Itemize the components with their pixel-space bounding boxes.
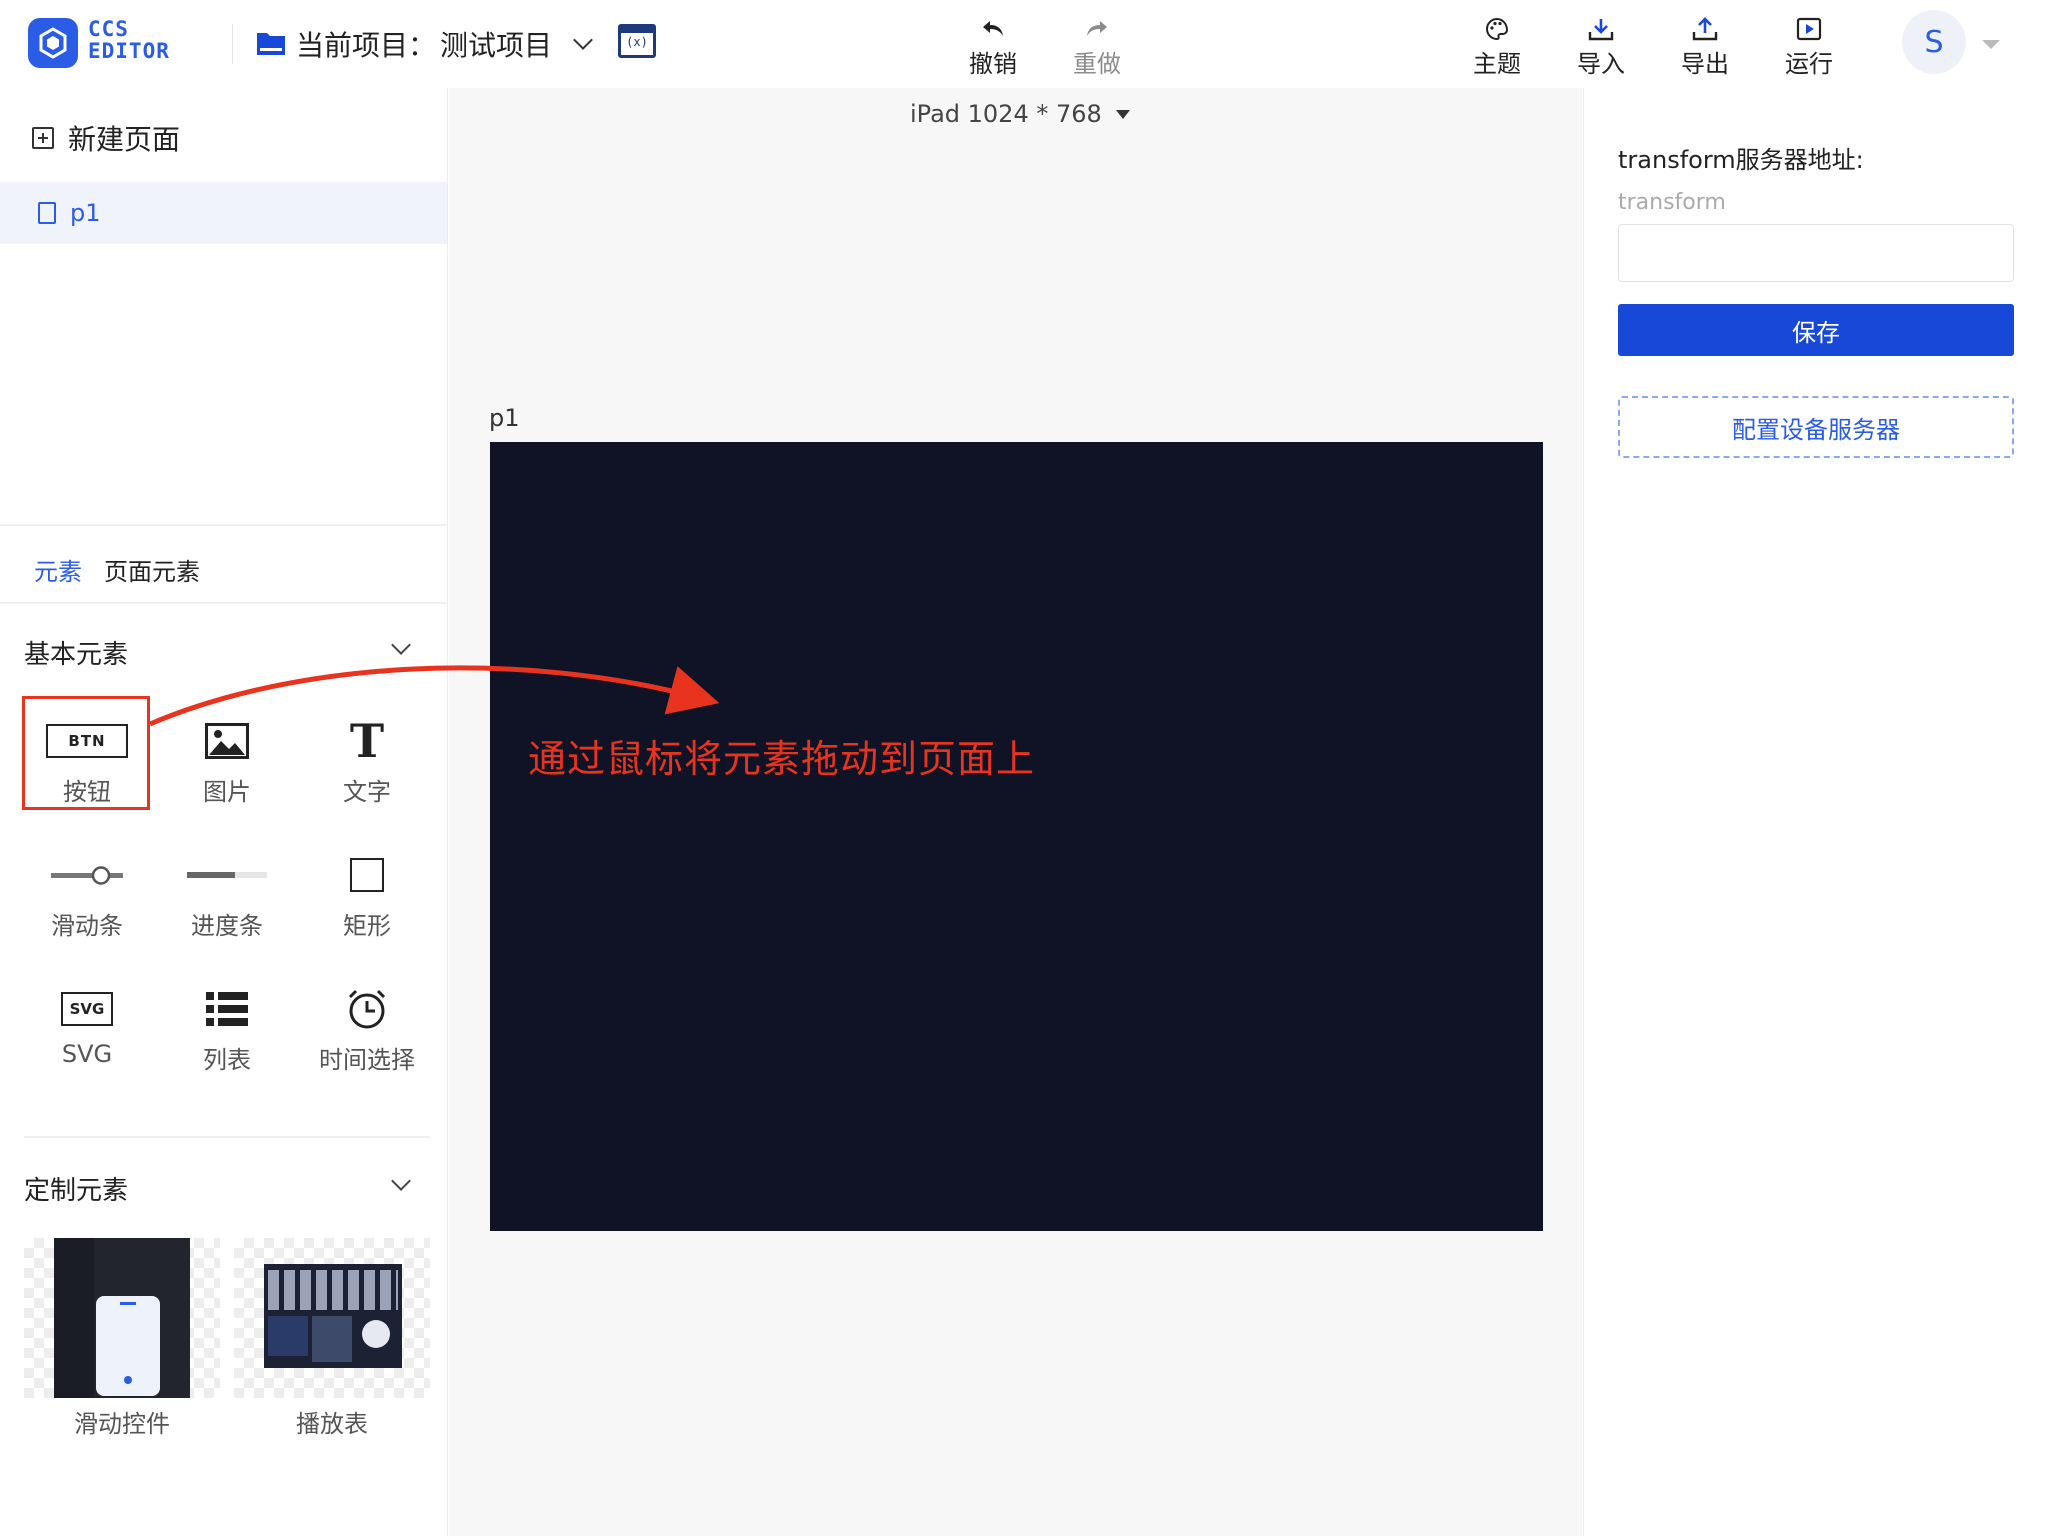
logo-line1: CCS	[88, 17, 129, 41]
element-text[interactable]: T 文字	[302, 716, 432, 807]
logo-text: CCS EDITOR	[88, 18, 170, 62]
server-address-label: transform服务器地址:	[1618, 146, 1864, 174]
save-button[interactable]: 保存	[1618, 304, 2014, 356]
element-label: 滑动条	[51, 912, 123, 940]
device-label: iPad 1024 * 768	[910, 100, 1102, 128]
import-label: 导入	[1577, 50, 1625, 78]
undo-icon	[958, 14, 1028, 44]
run-button[interactable]: 运行	[1774, 14, 1844, 79]
tab-elements[interactable]: 元素	[34, 552, 82, 587]
user-avatar[interactable]: S	[1902, 10, 1966, 74]
custom-element-slider-widget[interactable]	[24, 1238, 220, 1398]
run-label: 运行	[1785, 50, 1833, 78]
undo-button[interactable]: 撤销	[958, 14, 1028, 79]
app-root: CCS EDITOR 当前项目： 测试项目 (x) 撤销 重做 主题 导入 导出…	[0, 0, 2048, 1536]
element-label: SVG	[61, 1040, 113, 1068]
theme-label: 主题	[1473, 50, 1521, 78]
element-rectangle[interactable]: 矩形	[302, 850, 432, 941]
chevron-down-icon	[573, 30, 593, 50]
config-device-server-button[interactable]: 配置设备服务器	[1618, 396, 2014, 458]
top-bar: CCS EDITOR 当前项目： 测试项目 (x) 撤销 重做 主题 导入 导出…	[0, 0, 2048, 88]
drag-hint-annotation: 通过鼠标将元素拖动到页面上	[528, 737, 1036, 781]
avatar-letter: S	[1924, 24, 1944, 60]
page-item-p1[interactable]: p1	[0, 182, 447, 244]
chevron-down-icon[interactable]	[391, 635, 411, 655]
theme-button[interactable]: 主题	[1462, 14, 1532, 79]
element-list[interactable]: 列表	[162, 984, 292, 1075]
server-field-hint: transform	[1618, 190, 1726, 215]
element-tabs: 元素 页面元素	[34, 552, 200, 587]
element-label: 时间选择	[319, 1046, 415, 1074]
logo-icon	[28, 18, 78, 68]
custom-elements-title[interactable]: 定制元素	[24, 1170, 128, 1207]
custom-element-schedule[interactable]	[234, 1238, 430, 1398]
custom-element-label: 播放表	[296, 1410, 368, 1438]
new-page-label: 新建页面	[68, 123, 181, 156]
redo-label: 重做	[1073, 50, 1121, 78]
list-icon	[162, 984, 292, 1034]
redo-icon	[1062, 14, 1132, 44]
logo-line2: EDITOR	[88, 39, 170, 63]
caret-down-icon	[1115, 109, 1130, 119]
element-label: 进度条	[191, 912, 263, 940]
clock-icon	[302, 984, 432, 1034]
palette-icon	[1462, 14, 1532, 44]
schedule-thumbnail	[264, 1264, 402, 1368]
add-page-icon	[32, 127, 54, 149]
element-label: 文字	[343, 778, 391, 806]
sidebar-divider	[0, 524, 447, 526]
slider-icon	[22, 850, 152, 900]
settings-panel: transform服务器地址: transform 保存 配置设备服务器	[1583, 88, 2048, 1536]
rectangle-icon	[302, 850, 432, 900]
device-selector[interactable]: iPad 1024 * 768	[910, 100, 1130, 128]
element-image[interactable]: 图片	[162, 716, 292, 807]
element-label: 矩形	[343, 912, 391, 940]
tab-page-elements[interactable]: 页面元素	[104, 552, 200, 587]
slider-widget-thumbnail	[54, 1238, 190, 1398]
element-svg[interactable]: SVG SVG	[22, 984, 152, 1068]
export-button[interactable]: 导出	[1670, 14, 1740, 79]
tabs-divider	[0, 602, 447, 604]
element-label: 列表	[203, 1046, 251, 1074]
image-icon	[162, 716, 292, 766]
chevron-down-icon[interactable]	[391, 1171, 411, 1191]
file-icon	[38, 202, 56, 224]
caret-down-icon[interactable]	[1982, 40, 2000, 49]
export-label: 导出	[1681, 50, 1729, 78]
project-selector[interactable]: 当前项目： 测试项目	[296, 24, 593, 64]
annotation-highlight-box	[22, 696, 150, 810]
header-divider	[232, 24, 233, 64]
redo-button[interactable]: 重做	[1062, 14, 1132, 79]
progress-icon	[162, 850, 292, 900]
project-name: 测试项目	[440, 29, 553, 62]
page-item-label: p1	[70, 199, 101, 227]
text-icon: T	[349, 714, 385, 768]
element-slider[interactable]: 滑动条	[22, 850, 152, 941]
left-sidebar: 新建页面 p1 元素 页面元素 基本元素 BTN 按钮 图片 T 文字 滑动条 …	[0, 88, 448, 1536]
page-canvas[interactable]	[490, 442, 1543, 1231]
svg-icon: SVG	[61, 992, 113, 1026]
custom-element-label: 滑动控件	[74, 1410, 170, 1438]
upload-icon	[1670, 14, 1740, 44]
play-icon	[1774, 14, 1844, 44]
element-label: 图片	[203, 778, 251, 806]
basic-elements-title[interactable]: 基本元素	[24, 634, 128, 671]
project-prefix: 当前项目：	[296, 29, 437, 62]
download-icon	[1566, 14, 1636, 44]
folder-icon	[256, 30, 286, 60]
import-button[interactable]: 导入	[1566, 14, 1636, 79]
section-divider	[24, 1136, 430, 1138]
new-page-button[interactable]: 新建页面	[32, 118, 180, 158]
server-address-input[interactable]	[1618, 224, 2014, 282]
element-progress[interactable]: 进度条	[162, 850, 292, 941]
variables-button[interactable]: (x)	[618, 24, 656, 58]
element-time-picker[interactable]: 时间选择	[302, 984, 432, 1075]
variables-icon: (x)	[626, 35, 648, 49]
undo-label: 撤销	[969, 50, 1017, 78]
canvas-page-label: p1	[489, 404, 520, 432]
